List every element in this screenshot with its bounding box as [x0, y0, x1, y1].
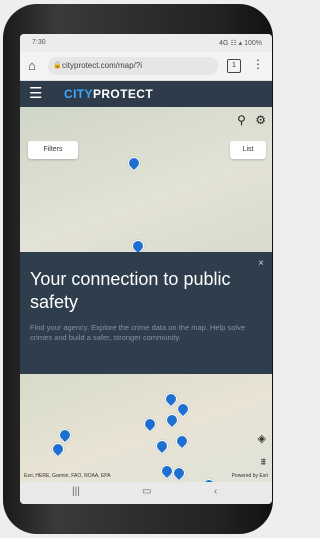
agency-pin[interactable]: [141, 415, 159, 433]
locate-icon[interactable]: ◈: [258, 432, 266, 445]
home-icon[interactable]: ⌂: [28, 58, 36, 73]
phone-frame: 7:30 4G ☷ ▴ 100% ⌂ 🔒 cityprotect.com/map…: [3, 4, 273, 534]
agency-pin[interactable]: [125, 154, 143, 172]
brand-logo[interactable]: CITYPROTECT: [64, 87, 153, 101]
app-header: ☰ CITYPROTECT: [20, 81, 272, 107]
status-time: 7:30: [32, 39, 46, 46]
recent-apps-icon[interactable]: |||: [72, 486, 80, 497]
url-text: cityprotect.com/map/?i: [62, 61, 143, 70]
agency-pin[interactable]: [153, 437, 171, 455]
status-bar: 7:30 4G ☷ ▴ 100%: [20, 34, 272, 52]
back-icon[interactable]: ‹: [214, 486, 217, 497]
banner-title: Your connection to public safety: [30, 269, 231, 312]
crime-map[interactable]: ⚲ ⚙ Filters List × Your connection to pu…: [20, 107, 272, 482]
nav-home-icon[interactable]: ▭: [142, 486, 151, 497]
agency-pin[interactable]: [174, 400, 192, 418]
search-icon[interactable]: ⚲: [237, 113, 246, 127]
browser-toolbar: ⌂ 🔒 cityprotect.com/map/?i 1 ⋮: [20, 52, 272, 81]
status-indicators: 4G ☷ ▴ 100%: [219, 40, 262, 47]
agency-pin[interactable]: [163, 411, 181, 429]
tab-count-button[interactable]: 1: [227, 59, 241, 73]
menu-icon[interactable]: ☰: [29, 84, 42, 102]
map-tools: ⚲ ⚙: [237, 113, 266, 127]
powered-by: Powered by Esri: [231, 473, 268, 479]
brand-protect: PROTECT: [92, 87, 154, 101]
phone-screen: 7:30 4G ☷ ▴ 100% ⌂ 🔒 cityprotect.com/map…: [20, 34, 272, 504]
banner-body: Find your agency. Explore the crime data…: [30, 323, 245, 342]
more-menu-icon[interactable]: ⋮: [252, 57, 264, 71]
agency-pin[interactable]: [170, 464, 188, 482]
filters-button[interactable]: Filters: [28, 141, 78, 159]
layers-icon[interactable]: ⩩: [261, 457, 266, 468]
agency-pin[interactable]: [56, 426, 74, 444]
url-field[interactable]: 🔒 cityprotect.com/map/?i: [48, 57, 218, 75]
brand-city: CITY: [64, 87, 93, 101]
agency-pin[interactable]: [173, 432, 191, 450]
lock-icon: 🔒: [53, 62, 62, 69]
android-nav-bar: ||| ▭ ‹: [20, 482, 272, 504]
map-attribution: Esri, HERE, Garmin, FAO, NOAA, EPA: [24, 473, 111, 479]
gear-icon[interactable]: ⚙: [255, 113, 266, 127]
welcome-banner: × Your connection to public safety Find …: [20, 252, 272, 374]
list-button[interactable]: List: [230, 141, 266, 159]
